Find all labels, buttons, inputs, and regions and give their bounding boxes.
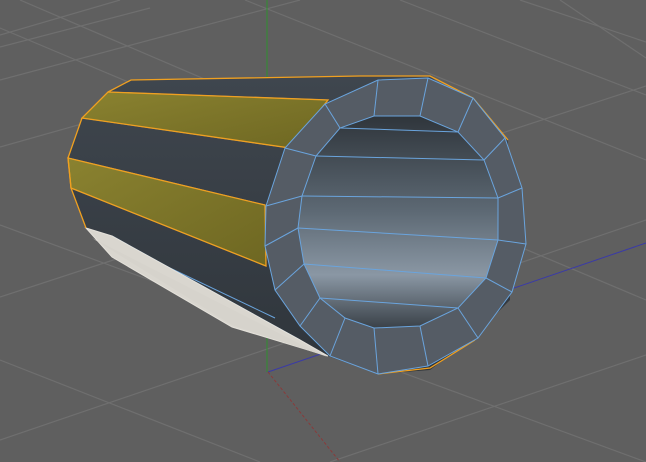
tube-inner-hole[interactable] xyxy=(297,115,499,329)
3d-viewport[interactable] xyxy=(0,0,646,462)
viewport-canvas[interactable] xyxy=(0,0,646,462)
z-axis xyxy=(267,371,341,462)
tube-object[interactable] xyxy=(67,75,527,375)
